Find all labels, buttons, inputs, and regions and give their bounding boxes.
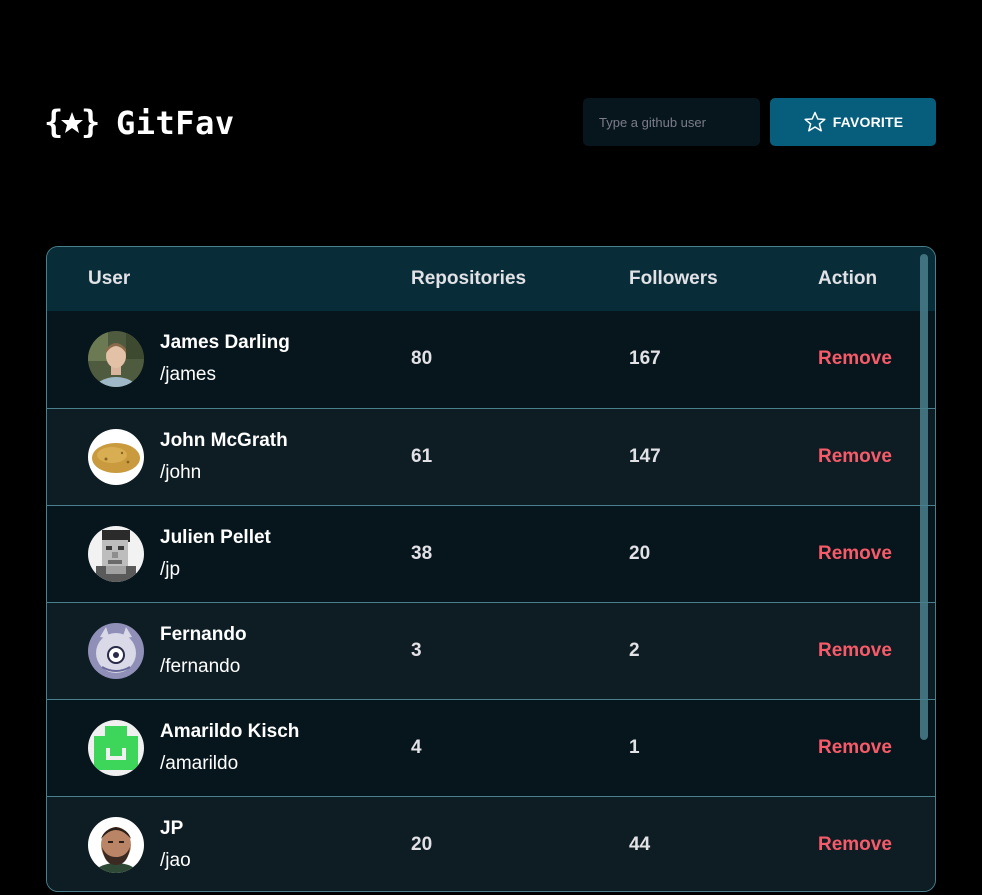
user-name: Fernando xyxy=(160,623,247,645)
user-name: Amarildo Kisch xyxy=(160,720,300,742)
followers-count: 147 xyxy=(629,407,818,505)
table-row: Julien Pellet /jp 38 20 Remove xyxy=(47,504,935,602)
user-login[interactable]: /james xyxy=(160,363,290,387)
repositories-count: 4 xyxy=(411,698,629,796)
user-login[interactable]: /fernando xyxy=(160,655,247,679)
user-cell: JP /jao xyxy=(47,816,411,873)
table-row: JP /jao 20 44 Remove xyxy=(47,795,935,891)
repositories-count: 20 xyxy=(411,795,629,891)
user-cell: Julien Pellet /jp xyxy=(47,525,411,582)
app-title: GitFav xyxy=(116,104,235,142)
user-name: John McGrath xyxy=(160,429,288,451)
user-cell: James Darling /james xyxy=(47,331,411,388)
user-name: JP xyxy=(160,817,184,839)
pixel-portrait-avatar-icon[interactable] xyxy=(88,525,144,582)
user-login[interactable]: /jao xyxy=(160,849,191,873)
repositories-count: 80 xyxy=(411,348,433,370)
remove-button[interactable]: Remove xyxy=(818,446,892,468)
favorite-button[interactable]: FAVORITE xyxy=(770,98,936,146)
bearded-man-avatar-icon[interactable] xyxy=(88,816,144,873)
followers-count: 20 xyxy=(629,504,818,602)
remove-button[interactable]: Remove xyxy=(818,834,892,856)
column-header-followers: Followers xyxy=(629,268,718,289)
braces-star-icon: { } xyxy=(44,105,100,141)
user-cell: John McGrath /john xyxy=(47,428,411,485)
cartoon-avatar-icon[interactable] xyxy=(88,622,144,679)
remove-button[interactable]: Remove xyxy=(818,737,892,759)
repositories-count: 61 xyxy=(411,407,629,505)
followers-count: 167 xyxy=(629,348,661,370)
green-identicon-avatar-icon[interactable] xyxy=(88,719,144,776)
followers-count: 1 xyxy=(629,698,818,796)
remove-button[interactable]: Remove xyxy=(818,348,892,370)
avatar-photo-icon[interactable] xyxy=(88,331,144,388)
remove-button[interactable]: Remove xyxy=(818,543,892,565)
repositories-count: 38 xyxy=(411,504,629,602)
table-row: John McGrath /john 61 147 Remove xyxy=(47,407,935,505)
column-header-user: User xyxy=(88,268,131,289)
followers-count: 44 xyxy=(629,795,818,891)
search-input[interactable] xyxy=(583,98,760,146)
followers-count: 2 xyxy=(629,601,818,699)
column-header-action: Action xyxy=(818,268,878,289)
table-row: Amarildo Kisch /amarildo 4 1 Remove xyxy=(47,698,935,796)
table-row: James Darling /james 80 167 Remove xyxy=(47,311,935,408)
table-scrollbar[interactable] xyxy=(920,254,928,740)
remove-button[interactable]: Remove xyxy=(818,640,892,662)
svg-text:{: { xyxy=(44,105,63,141)
favorite-button-label: FAVORITE xyxy=(832,114,904,130)
column-header-repositories: Repositories xyxy=(411,268,527,289)
svg-text:}: } xyxy=(81,105,100,141)
repositories-count: 3 xyxy=(411,601,629,699)
star-outline-icon xyxy=(804,111,826,132)
user-name: Julien Pellet xyxy=(160,526,271,548)
user-cell: Fernando /fernando xyxy=(47,622,411,679)
user-cell: Amarildo Kisch /amarildo xyxy=(47,719,411,776)
table-header-row: User Repositories Followers Action xyxy=(47,247,935,311)
app-root: { } GitFav FAVORITE User Repositories Fo… xyxy=(0,0,982,895)
logo: { } GitFav xyxy=(44,103,235,143)
user-login[interactable]: /jp xyxy=(160,558,271,582)
user-login[interactable]: /amarildo xyxy=(160,752,299,776)
favorites-table: User Repositories Followers Action James… xyxy=(46,246,936,892)
user-login[interactable]: /john xyxy=(160,461,288,485)
user-name: James Darling xyxy=(160,332,290,354)
table-row: Fernando /fernando 3 2 Remove xyxy=(47,601,935,699)
potato-avatar-icon[interactable] xyxy=(88,428,144,485)
